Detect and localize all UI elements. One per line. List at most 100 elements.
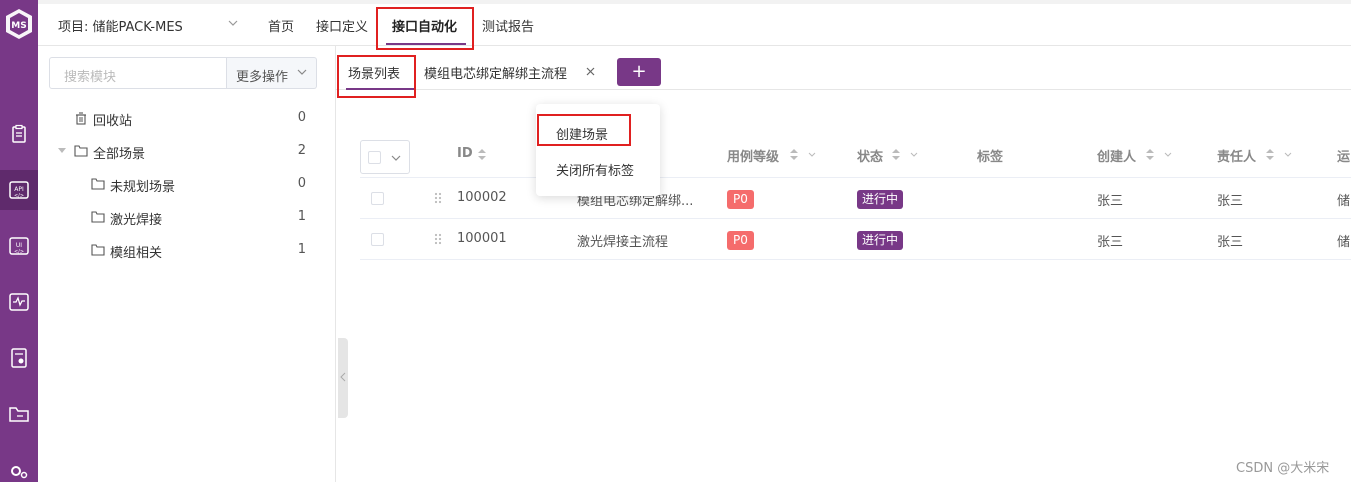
more-actions-label: 更多操作 — [236, 70, 289, 85]
chevron-down-icon — [391, 155, 401, 161]
project-selector[interactable]: 项目: 储能PACK-MES — [58, 16, 183, 35]
rail-nav-performance[interactable] — [0, 282, 38, 322]
trash-icon — [76, 112, 86, 125]
more-actions-button[interactable]: 更多操作 — [227, 57, 317, 89]
search-input[interactable]: 搜索模块 — [49, 57, 227, 89]
col-header-creator[interactable]: 创建人 — [1097, 146, 1136, 165]
tree-label: 模组相关 — [110, 246, 163, 261]
gear-icon — [11, 466, 28, 479]
highlight-box-menu — [376, 7, 474, 50]
clipboard-icon — [12, 124, 26, 143]
tree-item[interactable]: 未规划场景 0 — [38, 172, 336, 200]
svg-text:</>: </> — [14, 193, 24, 199]
level-badge: P0 — [727, 190, 754, 209]
add-tab-button[interactable]: + — [617, 58, 661, 86]
filter-chevron-icon[interactable] — [1164, 152, 1172, 157]
tree-label: 全部场景 — [93, 147, 146, 162]
chevron-left-icon — [340, 372, 346, 382]
select-all-checkbox[interactable] — [368, 151, 381, 164]
status-badge: 进行中 — [857, 190, 904, 209]
menu-test-report[interactable]: 测试报告 — [482, 16, 534, 35]
folder-icon — [9, 407, 29, 422]
caret-down-icon[interactable] — [58, 148, 66, 154]
menu-home[interactable]: 首页 — [268, 16, 294, 35]
chevron-down-icon — [297, 69, 307, 75]
cell-env: 储 — [1337, 194, 1351, 209]
col-header-level[interactable]: 用例等级 — [727, 146, 779, 165]
col-header-owner[interactable]: 责任人 — [1217, 146, 1256, 165]
svg-text:MS: MS — [11, 21, 26, 31]
tree-count: 1 — [297, 209, 306, 224]
cell-id: 100001 — [457, 231, 507, 246]
tree-item-recycle[interactable]: 回收站 0 — [38, 106, 336, 134]
folder-icon — [91, 178, 105, 190]
folder-icon — [74, 145, 88, 157]
tree-label: 回收站 — [93, 114, 133, 129]
cell-name[interactable]: 激光焊接主流程 — [577, 231, 668, 250]
sort-icon[interactable] — [1146, 149, 1154, 160]
left-rail: MS API </> UI </> — [0, 0, 38, 482]
sort-icon[interactable] — [790, 149, 798, 160]
cell-env: 储 — [1337, 235, 1351, 250]
rail-nav-report[interactable] — [0, 338, 38, 378]
ui-icon: UI</> — [9, 237, 29, 255]
drag-handle-icon[interactable] — [434, 192, 442, 204]
sidebar-collapse-handle[interactable] — [338, 338, 348, 418]
col-header-status[interactable]: 状态 — [857, 146, 883, 165]
filter-chevron-icon[interactable] — [808, 152, 816, 157]
sort-icon[interactable] — [1266, 149, 1274, 160]
close-icon[interactable] — [586, 67, 595, 76]
tab-open-scenario[interactable]: 模组电芯绑定解绑主流程 — [424, 63, 567, 82]
highlight-box-create — [537, 114, 631, 146]
svg-text:API: API — [14, 186, 24, 193]
tree-count: 2 — [297, 143, 306, 158]
tree-count: 0 — [297, 110, 306, 125]
tree-label: 未规划场景 — [110, 180, 176, 195]
tree-count: 1 — [297, 242, 306, 257]
rail-nav-ui[interactable]: UI </> — [0, 226, 38, 266]
rail-nav-tracks[interactable] — [0, 114, 38, 154]
tree-item-all-scenarios[interactable]: 全部场景 2 — [38, 139, 336, 167]
col-header-env: 运 — [1337, 150, 1351, 165]
search-placeholder: 搜索模块 — [64, 70, 117, 85]
select-all-dropdown[interactable] — [360, 140, 410, 174]
chevron-down-icon[interactable] — [228, 20, 238, 26]
rail-nav-settings[interactable] — [0, 450, 38, 490]
table-header: ID 用例等级 状态 标签 创建人 责任人 运 — [360, 136, 1351, 178]
monitor-icon — [9, 293, 29, 311]
sort-icon[interactable] — [478, 149, 486, 160]
cell-id: 100002 — [457, 190, 507, 205]
drag-handle-icon[interactable] — [434, 233, 442, 245]
tree-item[interactable]: 模组相关 1 — [38, 238, 336, 266]
cell-creator: 张三 — [1097, 235, 1124, 250]
level-badge: P0 — [727, 231, 754, 250]
col-header-tags: 标签 — [977, 150, 1004, 165]
filter-chevron-icon[interactable] — [1284, 152, 1292, 157]
report-icon — [11, 348, 27, 368]
svg-text:UI: UI — [16, 242, 22, 249]
cell-owner: 张三 — [1217, 194, 1244, 209]
menu-item-close-all-tabs[interactable]: 关闭所有标签 — [556, 160, 634, 179]
tree-label: 激光焊接 — [110, 213, 163, 228]
col-header-id[interactable]: ID — [457, 146, 473, 161]
module-sidebar: 搜索模块 更多操作 回收站 0 全部场景 2 未规划场景 0 激光焊接 1 模组… — [38, 46, 336, 482]
folder-icon — [91, 211, 105, 223]
rail-nav-api[interactable]: API </> — [0, 170, 38, 210]
table-row[interactable]: 100002 模组电芯绑定解绑... P0 进行中 张三 张三 储 — [360, 178, 1351, 219]
row-checkbox[interactable] — [371, 233, 384, 246]
folder-icon — [91, 244, 105, 256]
cell-creator: 张三 — [1097, 194, 1124, 209]
svg-text:</>: </> — [14, 249, 24, 255]
api-icon: API</> — [9, 181, 29, 199]
tree-item[interactable]: 激光焊接 1 — [38, 205, 336, 233]
filter-chevron-icon[interactable] — [910, 152, 918, 157]
highlight-box-tab — [337, 55, 416, 98]
cell-owner: 张三 — [1217, 235, 1244, 250]
rail-nav-project[interactable] — [0, 394, 38, 434]
table-row[interactable]: 100001 激光焊接主流程 P0 进行中 张三 张三 储 — [360, 219, 1351, 260]
row-checkbox[interactable] — [371, 192, 384, 205]
status-badge: 进行中 — [857, 231, 904, 250]
sort-icon[interactable] — [892, 149, 900, 160]
ms-logo-icon: MS — [4, 8, 34, 40]
menu-api-definition[interactable]: 接口定义 — [316, 16, 368, 35]
